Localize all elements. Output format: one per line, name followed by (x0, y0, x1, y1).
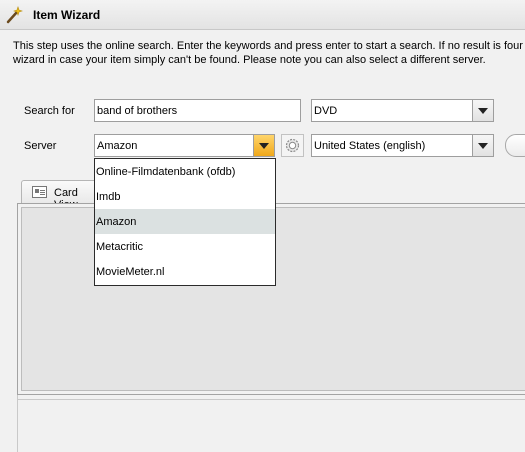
server-select[interactable]: Amazon (94, 134, 275, 157)
tab-card-view[interactable]: Card View (21, 180, 101, 211)
region-select-value: United States (english) (314, 140, 426, 152)
server-option-amazon[interactable]: Amazon (95, 209, 275, 234)
chevron-down-icon (259, 143, 269, 149)
wizard-wand-icon (6, 6, 23, 24)
server-option-label: MovieMeter.nl (96, 266, 165, 278)
title-bar: Item Wizard (0, 0, 525, 30)
server-option-metacritic[interactable]: Metacritic (95, 234, 275, 259)
region-dropdown-button[interactable] (472, 135, 493, 156)
chevron-down-icon (478, 108, 488, 114)
search-input[interactable]: band of brothers (94, 99, 301, 122)
instructions-line-1: This step uses the online search. Enter … (13, 40, 523, 52)
server-settings-button[interactable] (281, 134, 304, 157)
server-option-ofdb[interactable]: Online-Filmdatenbank (ofdb) (95, 159, 275, 184)
gear-icon (281, 134, 304, 157)
server-select-value: Amazon (97, 140, 138, 152)
server-option-moviemeter[interactable]: MovieMeter.nl (95, 259, 275, 284)
server-option-label: Imdb (96, 191, 121, 203)
server-option-label: Online-Filmdatenbank (ofdb) (96, 166, 236, 178)
chevron-down-icon (478, 143, 488, 149)
server-dropdown-list: Online-Filmdatenbank (ofdb) Imdb Amazon … (94, 158, 276, 286)
server-option-label: Metacritic (96, 241, 144, 253)
divider (17, 399, 525, 400)
search-for-label: Search for (24, 105, 75, 117)
divider (17, 395, 18, 452)
region-select[interactable]: United States (english) (311, 134, 494, 157)
instructions-text: This step uses the online search. Enter … (13, 39, 525, 67)
search-input-value: band of brothers (97, 105, 178, 117)
server-option-label: Amazon (96, 216, 137, 228)
media-type-select[interactable]: DVD (311, 99, 494, 122)
window-title: Item Wizard (33, 8, 101, 22)
media-type-value: DVD (314, 105, 338, 117)
card-view-icon (32, 186, 47, 198)
search-button[interactable] (505, 134, 525, 157)
server-label: Server (24, 140, 57, 152)
media-type-dropdown-button[interactable] (472, 100, 493, 121)
server-option-imdb[interactable]: Imdb (95, 184, 275, 209)
server-dropdown-button[interactable] (253, 135, 274, 156)
instructions-line-2: wizard in case your item simply can't be… (13, 54, 486, 66)
